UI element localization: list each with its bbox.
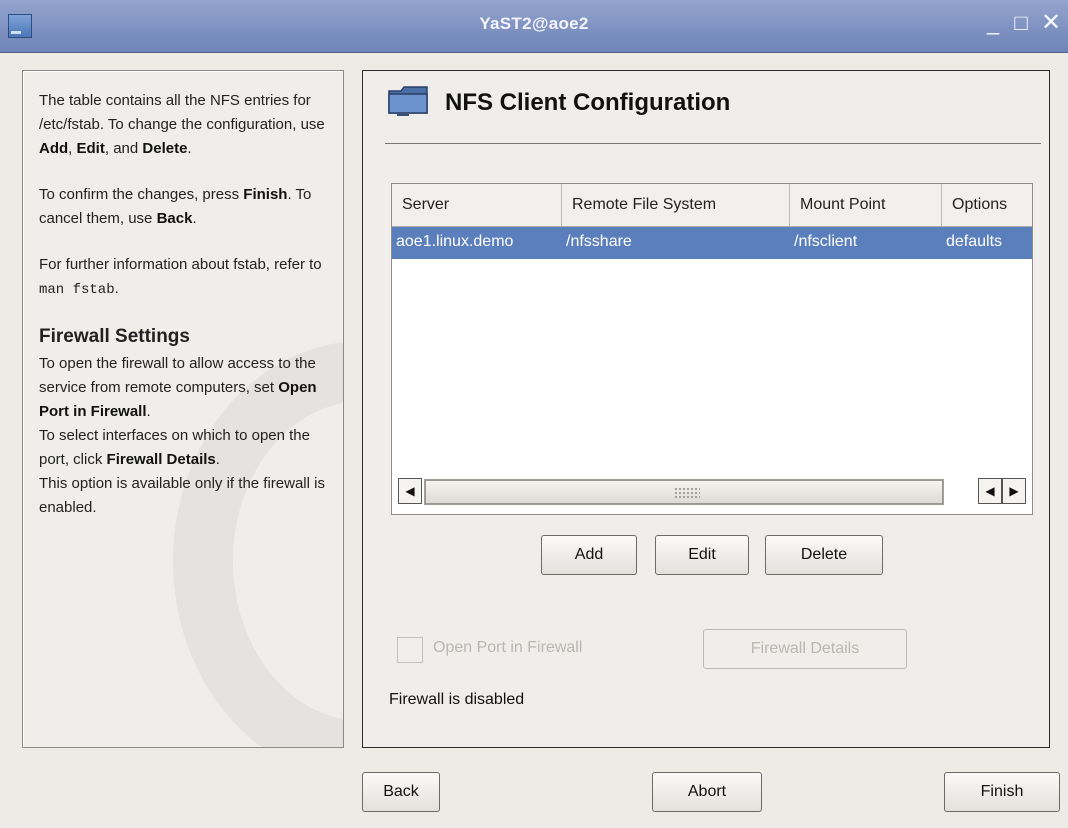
help-firewall-note: This option is available only if the fir… xyxy=(39,475,325,516)
help-paragraph-info: For further information about fstab, ref… xyxy=(39,253,339,302)
window-title: YaST2@aoe2 xyxy=(479,14,589,33)
scrollbar-thumb[interactable] xyxy=(425,480,943,504)
help-text-span: To confirm the changes, press xyxy=(39,186,240,203)
help-text: The table contains all the NFS entries f… xyxy=(39,89,339,520)
maximize-button[interactable]: □ xyxy=(1008,10,1034,36)
cell-options: defaults xyxy=(946,233,1003,250)
abort-button[interactable]: Abort xyxy=(652,772,762,812)
cell-remote-file-system: /nfsshare xyxy=(566,233,632,250)
help-text-span: . xyxy=(187,140,192,157)
help-bold-edit: Edit xyxy=(76,140,105,157)
scroll-right-arrow-icon[interactable]: ▶ xyxy=(1002,478,1026,504)
scroll-left-arrow-icon[interactable]: ◀ xyxy=(978,478,1002,504)
cell-mount-point: /nfsclient xyxy=(794,233,858,250)
help-firewall-details-paragraph: To select interfaces on which to open th… xyxy=(39,424,339,472)
help-text-span: . xyxy=(192,210,197,227)
horizontal-scrollbar[interactable]: ◀ ◀ ▶ xyxy=(398,478,1026,506)
grip-icon xyxy=(674,487,700,499)
help-text-span: The table contains all the NFS entries f… xyxy=(39,92,325,133)
help-command: man fstab xyxy=(39,282,115,298)
help-panel: The table contains all the NFS entries f… xyxy=(22,70,344,748)
yast-window: YaST2@aoe2 _ □ ✕ The table contains all … xyxy=(0,0,1068,828)
help-bold-add: Add xyxy=(39,140,69,157)
firewall-status-text: Firewall is disabled xyxy=(389,691,525,708)
column-header-server[interactable]: Server xyxy=(392,184,562,226)
help-paragraph-confirm: To confirm the changes, press Finish. To… xyxy=(39,183,339,231)
scroll-left-arrow-icon[interactable]: ◀ xyxy=(398,478,422,504)
column-header-mount-point[interactable]: Mount Point xyxy=(790,184,942,226)
column-header-remote-file-system[interactable]: Remote File System xyxy=(562,184,790,226)
close-button[interactable]: ✕ xyxy=(1038,10,1064,36)
help-text-span: . xyxy=(114,280,119,297)
edit-button[interactable]: Edit xyxy=(655,535,749,575)
finish-button[interactable]: Finish xyxy=(944,772,1060,812)
minimize-button[interactable]: _ xyxy=(980,10,1006,36)
help-bold-back: Back xyxy=(156,210,193,227)
help-firewall-heading: Firewall Settings xyxy=(39,326,190,347)
help-bold-firewall-details: Firewall Details xyxy=(106,451,216,468)
help-paragraph-table: The table contains all the NFS entries f… xyxy=(39,89,339,161)
help-text-span: . xyxy=(146,403,151,420)
delete-button[interactable]: Delete xyxy=(765,535,883,575)
help-text-span: . xyxy=(215,451,220,468)
help-text-span: For further information about fstab, ref… xyxy=(39,256,322,273)
title-bar[interactable]: YaST2@aoe2 _ □ ✕ xyxy=(0,0,1068,53)
help-bold-finish: Finish xyxy=(243,186,288,203)
help-text-span: , and xyxy=(104,140,143,157)
open-port-checkbox[interactable] xyxy=(397,637,423,663)
folder-icon xyxy=(388,86,428,116)
page-title: NFS Client Configuration xyxy=(445,89,731,116)
content-panel: NFS Client Configuration Server Remote F… xyxy=(362,70,1050,748)
scrollbar-track[interactable] xyxy=(424,479,944,505)
back-button[interactable]: Back xyxy=(362,772,440,812)
add-button[interactable]: Add xyxy=(541,535,637,575)
open-port-label[interactable]: Open Port in Firewall xyxy=(433,639,582,657)
cell-server: aoe1.linux.demo xyxy=(396,233,514,250)
title-divider xyxy=(385,143,1041,144)
firewall-details-button[interactable]: Firewall Details xyxy=(703,629,907,669)
table-header: Server Remote File System Mount Point Op… xyxy=(392,184,1032,227)
help-firewall-paragraph: To open the firewall to allow access to … xyxy=(39,352,339,424)
help-text-span: To open the firewall to allow access to … xyxy=(39,355,316,396)
help-text-span: , xyxy=(68,140,77,157)
nfs-entries-table[interactable]: Server Remote File System Mount Point Op… xyxy=(391,183,1033,515)
column-header-options[interactable]: Options xyxy=(942,184,1032,226)
help-bold-delete: Delete xyxy=(142,140,188,157)
table-row[interactable]: aoe1.linux.demo /nfsshare /nfsclient def… xyxy=(392,227,1032,259)
